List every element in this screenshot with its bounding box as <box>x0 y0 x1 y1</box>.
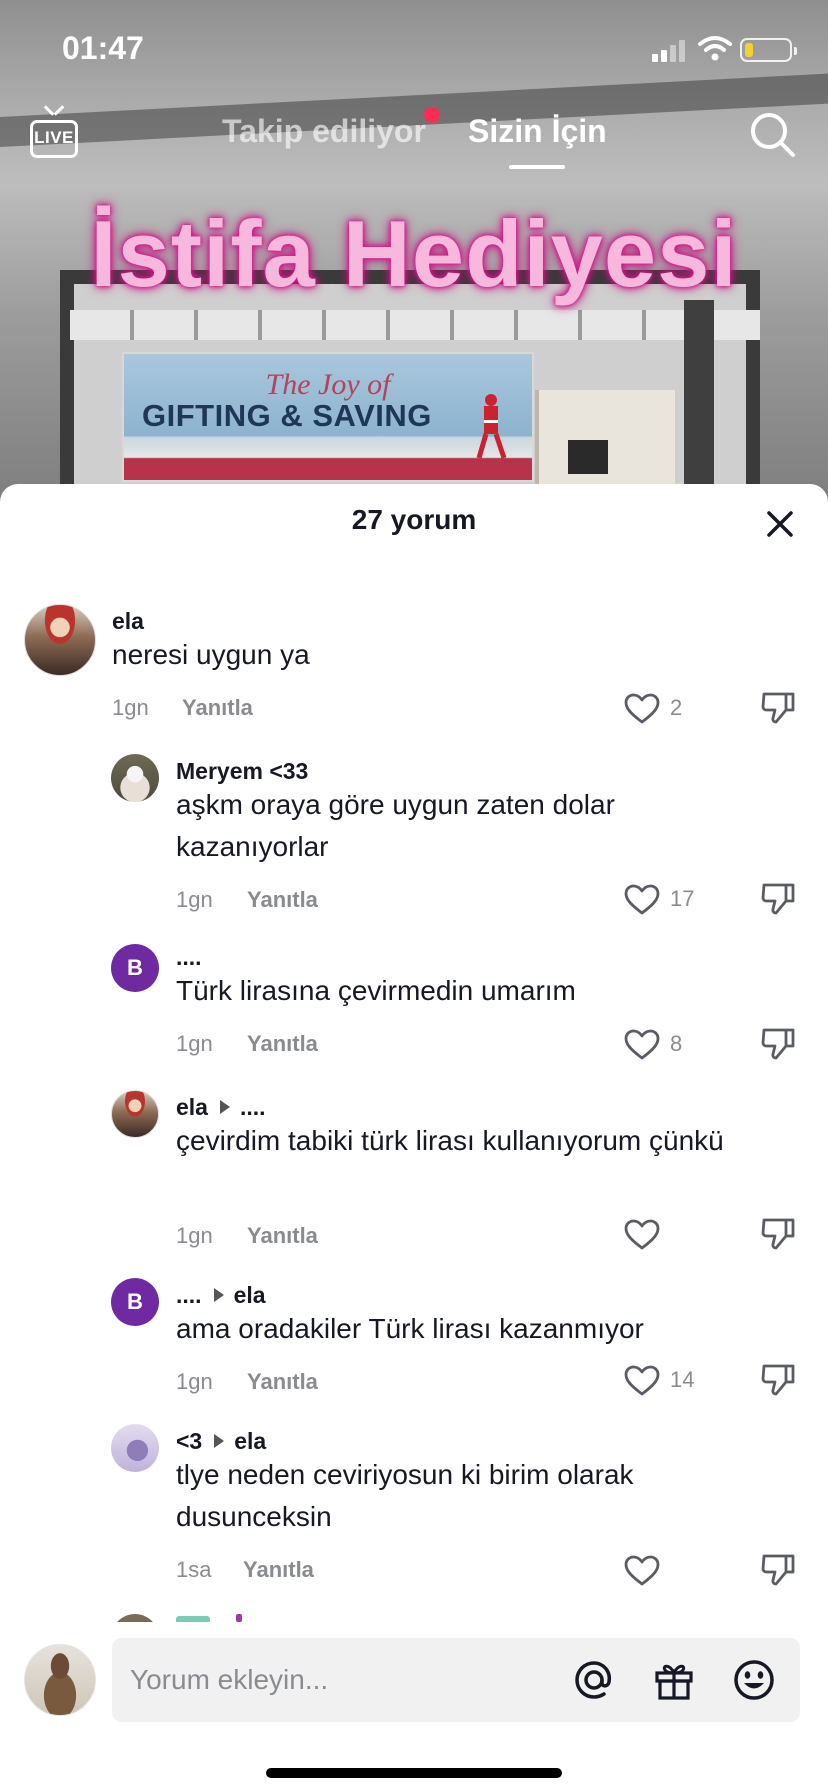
reply-button[interactable]: Yanıtla <box>247 1369 318 1395</box>
mention-icon[interactable] <box>572 1658 616 1702</box>
store-sign-line1: The Joy of <box>265 368 391 401</box>
reply-button[interactable]: Yanıtla <box>182 695 253 721</box>
comment-username-text: .... <box>176 1282 202 1308</box>
avatar[interactable] <box>24 604 96 676</box>
comment-username-text: <3 <box>176 1428 203 1454</box>
comment-time: 1gn <box>176 1031 213 1056</box>
video-store-sign: The Joy of GIFTING & SAVING <box>122 352 534 482</box>
search-icon[interactable] <box>748 110 796 158</box>
heart-icon[interactable] <box>624 1365 660 1397</box>
heart-icon[interactable] <box>624 884 660 916</box>
reply-arrow-icon <box>219 1100 230 1115</box>
dislike-icon[interactable] <box>760 1216 796 1250</box>
dislike-icon[interactable] <box>760 1552 796 1586</box>
video-overlay-title: İstifa Hediyesi <box>90 201 738 306</box>
comment-item: ela.... çevirdim tabiki türk lirası kull… <box>0 1090 828 1270</box>
comment-username[interactable]: .... ela <box>176 1282 266 1309</box>
video-lights <box>70 310 760 340</box>
heart-icon[interactable] <box>624 1029 660 1061</box>
like-count: 14 <box>670 1367 695 1392</box>
dislike-icon[interactable] <box>760 1026 796 1060</box>
comment-input[interactable] <box>130 1638 550 1722</box>
dislike-icon[interactable] <box>760 690 796 724</box>
comment-time: 1sa <box>176 1557 212 1582</box>
close-icon[interactable] <box>762 506 798 542</box>
reply-button[interactable]: Yanıtla <box>247 887 318 913</box>
avatar[interactable] <box>111 1090 159 1138</box>
comment-time: 1gn <box>176 887 213 912</box>
reply-to-username[interactable]: ela <box>234 1428 266 1454</box>
dislike-icon[interactable] <box>760 1362 796 1396</box>
comment-item: B .... ela ama oradakiler Türk lirası kaz… <box>0 1278 828 1418</box>
avatar[interactable] <box>111 1424 159 1472</box>
comment-item: Meryem <33 aşkm oraya göre uygun zaten d… <box>0 754 828 934</box>
heart-icon[interactable] <box>624 693 660 725</box>
comment-item: ela neresi uygun ya 1gn Yanıtla <box>0 604 828 744</box>
comment-text: Türk lirasına çevirmedin umarım <box>176 975 576 1006</box>
avatar[interactable] <box>111 754 159 802</box>
gift-icon[interactable] <box>652 1658 696 1702</box>
comment-text: çevirdim tabiki türk lirası kullanıyorum… <box>176 1125 724 1156</box>
comment-text: ama oradakiler Türk lirası kazanmıyor <box>176 1313 644 1344</box>
comment-time: 1gn <box>112 695 149 720</box>
comment-composer <box>0 1624 828 1792</box>
status-time: 01:47 <box>62 30 144 66</box>
comment-username[interactable]: Meryem <33 <box>176 758 308 785</box>
heart-icon[interactable] <box>624 1555 660 1587</box>
reply-arrow-icon <box>214 1434 225 1449</box>
home-indicator <box>266 1768 562 1778</box>
wifi-icon <box>698 36 732 61</box>
reply-button[interactable]: Yanıtla <box>247 1031 318 1057</box>
comment-username[interactable]: .... <box>176 944 202 971</box>
comment-item: <3 ela tlye neden ceviriyosun ki birim ol… <box>0 1424 828 1604</box>
reply-arrow-icon <box>213 1288 224 1303</box>
comment-time: 1gn <box>176 1369 213 1394</box>
live-label: LIVE <box>34 128 74 147</box>
reply-button[interactable]: Yanıtla <box>243 1557 314 1583</box>
avatar[interactable]: B <box>111 1278 159 1326</box>
like-count: 17 <box>670 886 695 911</box>
notification-dot <box>424 107 440 123</box>
status-bar: 01:47 <box>0 0 828 96</box>
heart-icon[interactable] <box>624 1219 660 1251</box>
avatar[interactable]: B <box>111 944 159 992</box>
comment-item: B .... Türk lirasına çevirmedin umarım 1… <box>0 944 828 1084</box>
reply-to-username[interactable]: .... <box>240 1094 266 1120</box>
comment-username[interactable]: ela <box>112 608 144 635</box>
live-button[interactable]: LIVE <box>28 108 80 160</box>
battery-icon <box>740 38 797 62</box>
comments-sheet: 27 yorum ela neresi uygun ya 1gn Yanıtla… <box>0 484 828 1792</box>
like-count: 8 <box>670 1031 683 1056</box>
reply-button[interactable]: Yanıtla <box>247 1223 318 1249</box>
tab-following[interactable]: Takip ediliyor <box>222 113 426 150</box>
comment-text: tlye neden ceviriyosun ki birim olarak d… <box>176 1459 634 1532</box>
comment-time: 1gn <box>176 1223 213 1248</box>
comment-field[interactable] <box>112 1638 800 1722</box>
cellular-signal-icon <box>652 38 688 62</box>
video-door-sign <box>568 440 608 474</box>
my-avatar <box>24 1644 96 1716</box>
comment-text: aşkm oraya göre uygun zaten dolar kazanı… <box>176 789 615 862</box>
tab-for-you[interactable]: Sizin İçin <box>468 113 607 150</box>
battery-level <box>745 43 753 57</box>
comment-username-text: ela <box>176 1094 208 1120</box>
santa-figure-icon <box>476 394 507 459</box>
comments-count-title: 27 yorum <box>351 504 477 535</box>
next-comment-peek <box>0 1614 828 1622</box>
dislike-icon[interactable] <box>760 881 796 915</box>
emoji-icon[interactable] <box>732 1658 776 1702</box>
store-sign-line2: GIFTING & SAVING <box>142 398 432 433</box>
like-count: 2 <box>670 695 683 720</box>
comment-username[interactable]: <3 ela <box>176 1428 266 1455</box>
comment-text: neresi uygun ya <box>112 639 310 670</box>
reply-to-username[interactable]: ela <box>234 1282 266 1308</box>
comment-username[interactable]: ela.... <box>176 1094 266 1121</box>
active-tab-indicator <box>509 165 565 169</box>
